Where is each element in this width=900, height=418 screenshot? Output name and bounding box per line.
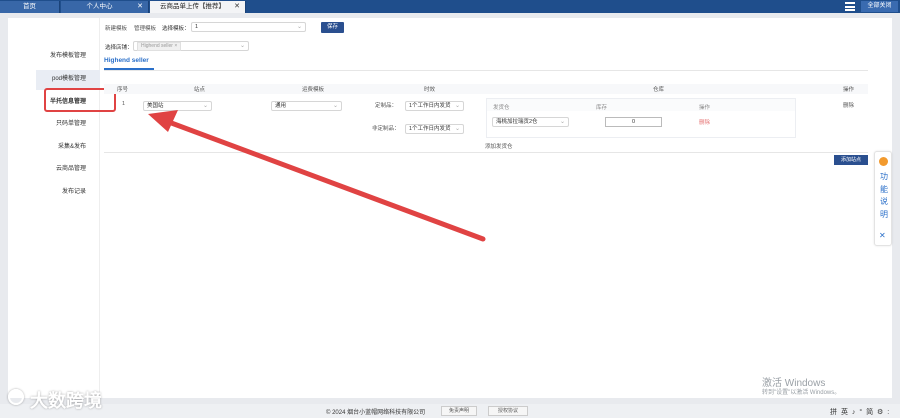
annotation-arrow bbox=[148, 110, 486, 242]
widget-char: 说 bbox=[880, 197, 888, 206]
widget-char: 功 bbox=[880, 172, 888, 181]
watermark-text: 大数跨境 bbox=[30, 391, 102, 411]
copyright-text: © 2024 烟台小蓝帽网络科技有限公司 bbox=[326, 410, 426, 416]
watermark-logo-icon bbox=[8, 389, 24, 405]
license-button[interactable]: 授权协议 bbox=[488, 406, 528, 416]
activate-windows-subtitle: 转到"设置"以激活 Windows。 bbox=[762, 390, 841, 396]
function-help-widget[interactable]: 功 能 说 明 ✕ bbox=[874, 151, 892, 246]
function-help-text: 功 能 说 明 bbox=[878, 171, 890, 221]
ime-toolbar[interactable]: 拼 英 ♪ ° 简 ⚙ : bbox=[830, 407, 890, 417]
disclaimer-button[interactable]: 免责声明 bbox=[441, 406, 477, 416]
help-badge-icon bbox=[879, 157, 888, 166]
widget-char: 明 bbox=[880, 209, 888, 219]
widget-char: 能 bbox=[880, 184, 888, 194]
close-icon[interactable]: ✕ bbox=[879, 231, 886, 240]
